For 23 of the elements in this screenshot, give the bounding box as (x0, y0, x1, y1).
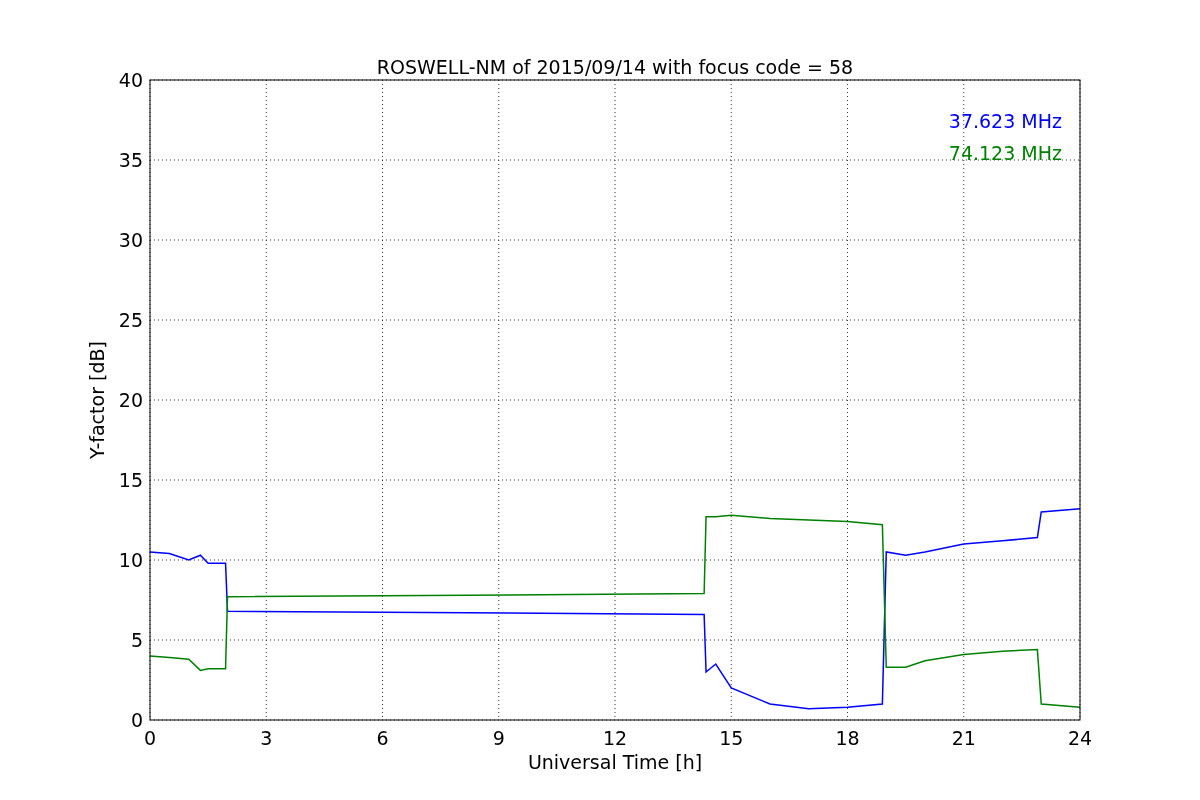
y-tick-label: 30 (118, 229, 143, 251)
legend-label: 37.623 MHz (948, 110, 1062, 132)
y-tick-label: 0 (130, 709, 143, 731)
y-tick-label: 20 (118, 389, 143, 411)
x-tick-label: 12 (602, 727, 628, 749)
y-tick-label: 5 (130, 629, 143, 651)
y-tick-label: 15 (118, 469, 143, 491)
legend-label: 74.123 MHz (948, 142, 1062, 164)
y-tick-label: 25 (118, 309, 143, 331)
x-tick-label: 15 (719, 727, 744, 749)
chart-title: ROSWELL-NM of 2015/09/14 with focus code = 58 (376, 56, 854, 78)
x-tick-label: 3 (260, 727, 273, 749)
y-tick-label: 10 (118, 549, 143, 571)
x-tick-label: 9 (492, 727, 505, 749)
x-axis-label: Universal Time [h] (527, 751, 703, 773)
x-tick-label: 0 (143, 727, 157, 749)
x-tick-label: 21 (951, 727, 976, 749)
x-tick-label: 18 (835, 727, 860, 749)
y-tick-label: 40 (118, 69, 143, 91)
y-axis-label: Y-factor [dB] (86, 341, 108, 459)
x-tick-label: 24 (1067, 727, 1093, 749)
x-tick-label: 6 (376, 727, 389, 749)
y-tick-label: 35 (118, 149, 143, 171)
